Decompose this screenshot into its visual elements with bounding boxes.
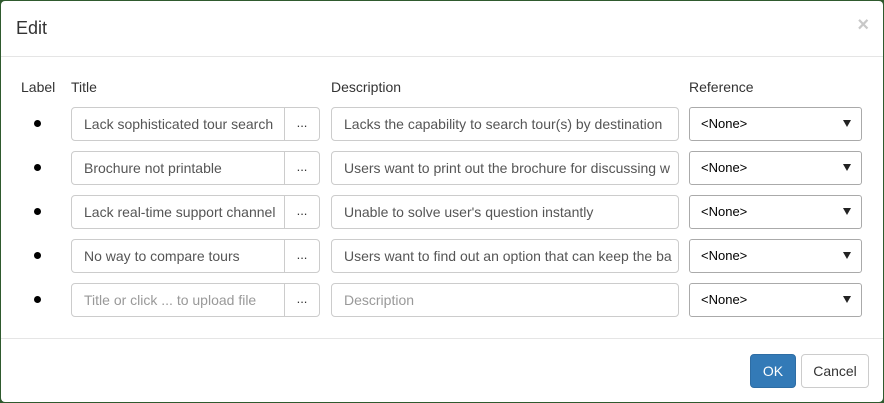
reference-select[interactable]: <None> — [689, 107, 862, 141]
title-input[interactable]: Brochure not printable — [71, 151, 285, 185]
reference-select[interactable]: <None> — [689, 283, 862, 317]
bullet-icon — [34, 208, 41, 215]
column-header-label: Label — [21, 79, 56, 95]
table-row: No way to compare tours ... Users want t… — [1, 239, 883, 273]
description-input[interactable]: Lacks the capability to search tour(s) b… — [331, 107, 679, 141]
edit-dialog: Edit × Label Title Description Reference… — [1, 1, 883, 402]
new-description-input[interactable]: Description — [331, 283, 679, 317]
chevron-down-icon — [843, 164, 851, 171]
bullet-icon — [34, 164, 41, 171]
table-row: Lack sophisticated tour search ... Lacks… — [1, 107, 883, 141]
reference-select-value: <None> — [701, 116, 748, 131]
bullet-icon — [34, 296, 41, 303]
column-header-description: Description — [331, 79, 402, 95]
reference-select[interactable]: <None> — [689, 151, 862, 185]
title-input[interactable]: No way to compare tours — [71, 239, 285, 273]
browse-button[interactable]: ... — [284, 107, 320, 141]
dialog-title: Edit — [16, 18, 48, 38]
cancel-button[interactable]: Cancel — [801, 354, 869, 388]
table-row: Lack real-time support channel ... Unabl… — [1, 195, 883, 229]
description-input[interactable]: Users want to find out an option that ca… — [331, 239, 679, 273]
chevron-down-icon — [843, 120, 851, 127]
description-input[interactable]: Unable to solve user's question instantl… — [331, 195, 679, 229]
dialog-header: Edit × — [1, 1, 883, 57]
table-row: Brochure not printable ... Users want to… — [1, 151, 883, 185]
new-item-row: Title or click ... to upload file ... De… — [1, 283, 883, 317]
bullet-icon — [34, 252, 41, 259]
reference-select[interactable]: <None> — [689, 239, 862, 273]
ok-button[interactable]: OK — [750, 354, 796, 388]
bullet-icon — [34, 120, 41, 127]
dialog-footer: OK Cancel — [1, 338, 883, 402]
description-input[interactable]: Users want to print out the brochure for… — [331, 151, 679, 185]
browse-button[interactable]: ... — [284, 239, 320, 273]
reference-select[interactable]: <None> — [689, 195, 862, 229]
browse-button[interactable]: ... — [284, 151, 320, 185]
column-header-title: Title — [71, 79, 97, 95]
column-header-reference: Reference — [689, 79, 754, 95]
reference-select-value: <None> — [701, 204, 748, 219]
reference-select-value: <None> — [701, 160, 748, 175]
chevron-down-icon — [843, 296, 851, 303]
reference-select-value: <None> — [701, 292, 748, 307]
chevron-down-icon — [843, 252, 851, 259]
new-title-input[interactable]: Title or click ... to upload file — [71, 283, 285, 317]
title-input[interactable]: Lack real-time support channel — [71, 195, 285, 229]
reference-select-value: <None> — [701, 248, 748, 263]
title-input[interactable]: Lack sophisticated tour search — [71, 107, 285, 141]
close-button[interactable]: × — [857, 15, 869, 35]
upload-browse-button[interactable]: ... — [284, 283, 320, 317]
browse-button[interactable]: ... — [284, 195, 320, 229]
chevron-down-icon — [843, 208, 851, 215]
